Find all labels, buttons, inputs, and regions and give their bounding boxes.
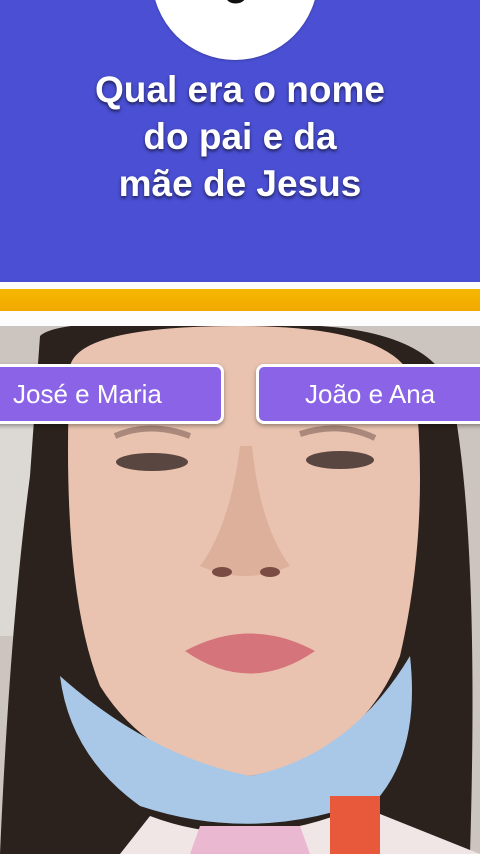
- answer-label: João e Ana: [305, 378, 436, 409]
- question-text: Qual era o nome do pai e da mãe de Jesus: [20, 66, 460, 207]
- question-line: mãe de Jesus: [118, 163, 362, 204]
- progress-fill: [0, 289, 480, 311]
- question-line: Qual era o nome: [95, 69, 385, 110]
- question-line: do pai e da: [143, 116, 337, 157]
- progress-bar: [0, 289, 480, 311]
- answer-label: José e Maria: [13, 378, 162, 409]
- answer-button-right[interactable]: João e Ana: [256, 364, 480, 424]
- answer-button-left[interactable]: José e Maria: [0, 364, 224, 424]
- question-panel: 6 Qual era o nome do pai e da mãe de Jes…: [0, 0, 480, 282]
- timer-badge: 6: [152, 0, 318, 60]
- timer-value: 6: [221, 0, 249, 10]
